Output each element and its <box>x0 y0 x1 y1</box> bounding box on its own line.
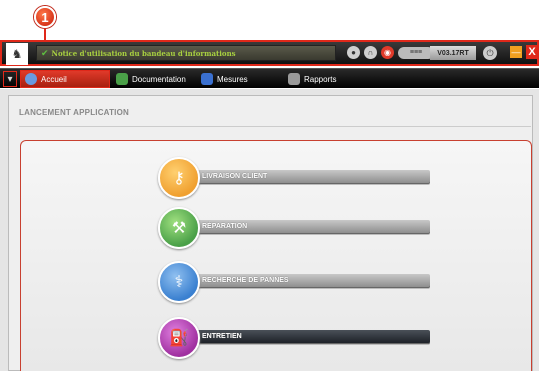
tab-mesures[interactable]: Mesures <box>197 70 277 88</box>
section-title: LANCEMENT APPLICATION <box>19 108 129 117</box>
tab-rapports[interactable]: Rapports <box>284 70 364 88</box>
wave-icon <box>201 73 213 85</box>
action-label: RÉPARATION <box>202 223 248 230</box>
tab-documentation[interactable]: Documentation <box>112 70 196 88</box>
action-label: RECHERCHE DE PANNES <box>202 277 289 284</box>
wrench-icon: ⚒ <box>158 207 200 249</box>
tab-accueil[interactable]: Accueil <box>20 70 110 88</box>
status-icons: ● ∩ ◉ ≡≡≡ <box>347 46 434 59</box>
book-icon <box>116 73 128 85</box>
key-icon: ⚷ <box>158 157 200 199</box>
globe-icon <box>25 73 37 85</box>
check-icon: ✔ <box>41 47 49 58</box>
action-reparation[interactable]: ⚒ RÉPARATION <box>158 207 433 249</box>
oil-can-icon: ⛽ <box>158 317 200 359</box>
close-button[interactable]: X <box>526 45 538 59</box>
title-bar: ♞ ✔ Notice d'utilisation du bandeau d'in… <box>0 40 539 66</box>
tab-bar: ▾ Accueil Documentation Mesures Rapports <box>0 68 539 88</box>
headphone-icon[interactable]: ∩ <box>364 46 377 59</box>
divider <box>19 126 531 127</box>
action-label: ENTRETIEN <box>202 333 242 340</box>
launch-panel: ⚷ LIVRAISON CLIENT ⚒ RÉPARATION ⚕ RECHER… <box>20 140 532 371</box>
callout-1: 1 <box>34 6 56 28</box>
peugeot-logo-icon: ♞ <box>6 43 28 65</box>
action-recherche-de-pannes[interactable]: ⚕ RECHERCHE DE PANNES <box>158 261 433 303</box>
power-icon[interactable]: ⏻ <box>483 46 497 60</box>
version-badge: V03.17RT <box>430 46 476 60</box>
action-entretien[interactable]: ⛽ ENTRETIEN <box>158 317 433 359</box>
notice-banner[interactable]: ✔ Notice d'utilisation du bandeau d'info… <box>36 45 336 61</box>
action-label: LIVRAISON CLIENT <box>202 173 268 180</box>
notice-text: Notice d'utilisation du bandeau d'inform… <box>51 48 236 58</box>
stethoscope-icon: ⚕ <box>158 261 200 303</box>
chevron-down-icon[interactable]: ▾ <box>3 71 17 87</box>
main-frame: LANCEMENT APPLICATION ⚷ LIVRAISON CLIENT… <box>8 95 533 371</box>
document-icon <box>288 73 300 85</box>
main-area: LANCEMENT APPLICATION ⚷ LIVRAISON CLIENT… <box>0 89 539 371</box>
minimize-button[interactable]: — <box>510 46 522 58</box>
info-icon[interactable]: ● <box>347 46 360 59</box>
alert-icon[interactable]: ◉ <box>381 46 394 59</box>
action-livraison-client[interactable]: ⚷ LIVRAISON CLIENT <box>158 157 433 199</box>
battery-indicator: ≡≡≡ <box>398 46 434 59</box>
